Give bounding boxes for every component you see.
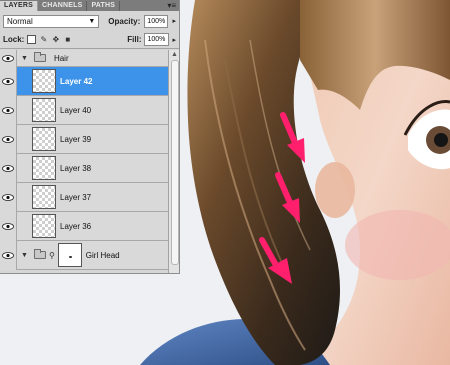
layers-panel: LAYERS CHANNELS PATHS ▾≡ Normal ▼ Opacit… — [0, 0, 180, 274]
panel-tabs: LAYERS CHANNELS PATHS ▾≡ — [0, 0, 179, 11]
layer-name: Layer 39 — [60, 134, 92, 144]
layer-thumbnail — [32, 185, 56, 209]
collapse-triangle-icon[interactable]: ▼ — [21, 55, 28, 62]
fill-field[interactable]: 100% — [144, 33, 170, 46]
tab-channels[interactable]: CHANNELS — [38, 1, 88, 11]
chevron-down-icon: ▼ — [88, 17, 96, 25]
tab-paths[interactable]: PATHS — [87, 1, 121, 11]
layer-thumbnail — [32, 69, 56, 93]
layer-row-36[interactable]: Layer 36 — [0, 211, 168, 241]
opacity-flyout-icon[interactable]: ▸ — [172, 17, 176, 25]
folder-icon — [33, 249, 46, 259]
scroll-up-icon[interactable]: ▲ — [171, 51, 178, 58]
lock-brush-icon[interactable]: ✎ — [39, 35, 48, 44]
lock-transparent-icon[interactable] — [27, 35, 37, 44]
fill-label: Fill: — [127, 35, 142, 44]
layer-row-38[interactable]: Layer 38 — [0, 153, 168, 183]
opacity-label: Opacity: — [108, 16, 141, 26]
collapse-triangle-icon[interactable]: ▼ — [21, 252, 28, 259]
blend-row: Normal ▼ Opacity: 100% ▸ — [0, 11, 179, 31]
layer-name: Layer 36 — [60, 221, 92, 231]
blend-mode-select[interactable]: Normal ▼ — [3, 14, 100, 28]
layer-row-37[interactable]: Layer 37 — [0, 182, 168, 212]
layer-thumbnail — [32, 98, 56, 122]
lock-label: Lock: — [3, 35, 25, 44]
eye-icon[interactable] — [0, 124, 17, 154]
eye-icon[interactable] — [0, 240, 17, 270]
eye-icon[interactable] — [0, 153, 17, 183]
layer-name: Layer 38 — [60, 163, 92, 173]
eye-icon[interactable] — [0, 66, 17, 96]
fill-flyout-icon[interactable]: ▸ — [172, 36, 176, 44]
lock-move-icon[interactable]: ✥ — [51, 35, 60, 44]
link-icon[interactable]: ⚲ — [49, 251, 55, 260]
layer-thumbnail — [32, 156, 56, 180]
panel-menu-icon[interactable]: ▾≡ — [167, 1, 176, 10]
eye-icon[interactable] — [0, 182, 17, 212]
scrollbar-thumb[interactable] — [171, 60, 179, 265]
layer-group-girl-head[interactable]: ▼ ⚲ Girl Head — [0, 240, 168, 270]
eye-icon[interactable] — [0, 49, 17, 67]
layer-group-hair[interactable]: ▼ Hair — [0, 49, 168, 67]
layer-row-42[interactable]: Layer 42 — [0, 66, 168, 96]
blend-mode-value: Normal — [7, 16, 33, 26]
layer-name: Hair — [53, 53, 69, 63]
eye-icon[interactable] — [0, 211, 17, 241]
eye-icon[interactable] — [0, 95, 17, 125]
layers-list: ▼ Hair Layer 42 Layer 40 Layer 39 Layer … — [0, 49, 168, 270]
tab-layers[interactable]: LAYERS — [0, 1, 38, 11]
layer-name: Layer 40 — [60, 105, 92, 115]
lock-all-icon[interactable]: ■ — [63, 35, 72, 44]
layer-thumbnail — [32, 214, 56, 238]
layer-row-40[interactable]: Layer 40 — [0, 95, 168, 125]
layer-name: Layer 37 — [60, 192, 92, 202]
layers-scrollbar[interactable]: ▲ — [168, 50, 179, 273]
lock-row: Lock: ✎ ✥ ■ Fill: 100% ▸ — [0, 31, 179, 49]
layer-row-39[interactable]: Layer 39 — [0, 124, 168, 154]
mask-thumbnail[interactable] — [57, 243, 82, 267]
layer-name: Layer 42 — [60, 76, 93, 86]
layer-name: Girl Head — [85, 250, 120, 260]
layer-thumbnail — [32, 127, 56, 151]
folder-icon — [33, 52, 46, 62]
opacity-field[interactable]: 100% — [144, 14, 169, 28]
